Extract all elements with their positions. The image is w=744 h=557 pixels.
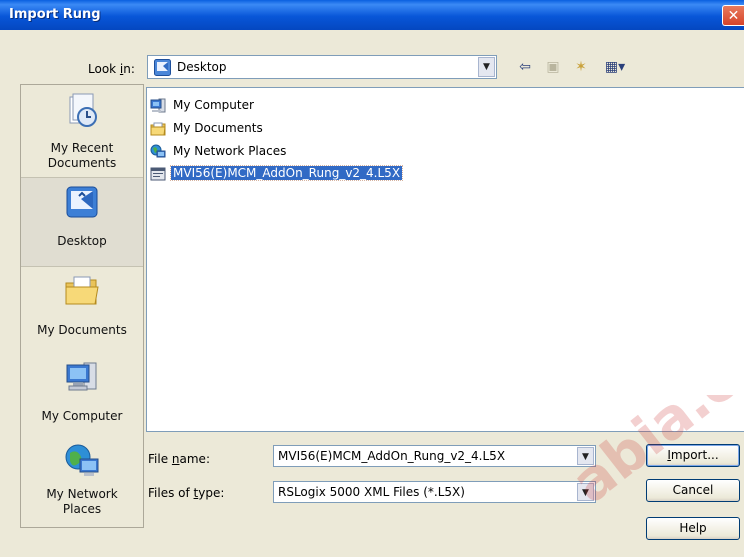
place-desktop[interactable]: Desktop <box>21 177 143 267</box>
place-label: Documents <box>47 156 117 170</box>
place-label: My Recent <box>50 141 114 155</box>
close-icon: ✕ <box>727 8 740 24</box>
place-my-documents[interactable]: My Documents <box>21 265 143 353</box>
my-documents-icon <box>64 273 100 309</box>
cancel-button[interactable]: Cancel <box>646 479 740 502</box>
view-menu-icon[interactable]: ▦▾ <box>600 57 630 77</box>
file-name: My Documents <box>173 121 263 135</box>
place-label: My Computer <box>41 409 123 423</box>
file-type-dropdown[interactable]: RSLogix 5000 XML Files (*.L5X) ▼ <box>273 481 596 503</box>
place-my-computer[interactable]: My Computer <box>21 353 143 441</box>
help-button[interactable]: Help <box>646 517 740 540</box>
l5x-file-icon <box>150 166 166 182</box>
computer-icon <box>150 98 166 114</box>
import-button[interactable]: Import... <box>646 444 740 467</box>
places-bar: My Recent Documents Desktop My Documents… <box>20 84 144 528</box>
new-folder-icon[interactable]: ✶ <box>571 57 591 77</box>
chevron-down-icon[interactable]: ▼ <box>577 447 594 465</box>
look-in-label: Look in: <box>88 62 135 76</box>
folder-icon <box>150 121 166 137</box>
place-network-places[interactable]: My Network Places <box>21 441 143 527</box>
place-label: My Network <box>46 487 118 501</box>
file-name: My Computer <box>173 98 254 112</box>
title-bar[interactable]: Import Rung ✕ <box>0 0 744 30</box>
close-button[interactable]: ✕ <box>722 5 744 26</box>
place-label: Places <box>62 502 102 516</box>
file-list[interactable]: My Computer My Documents My Network Plac… <box>146 87 744 432</box>
window-title: Import Rung <box>9 7 101 22</box>
desktop-icon <box>154 59 171 79</box>
file-type-value: RSLogix 5000 XML Files (*.L5X) <box>278 485 465 499</box>
network-icon <box>150 144 166 160</box>
chevron-down-icon[interactable]: ▼ <box>577 483 594 501</box>
chevron-down-icon[interactable]: ▼ <box>478 57 495 77</box>
place-recent-documents[interactable]: My Recent Documents <box>21 89 143 177</box>
recent-documents-icon <box>64 93 100 129</box>
import-rung-dialog: Import Rung ✕ Look in: Desktop ▼ ⇦ ▣ ✶ ▦… <box>0 0 744 557</box>
my-computer-icon <box>64 359 100 395</box>
place-label: My Documents <box>37 323 127 337</box>
file-name-field[interactable]: MVI56(E)MCM_AddOn_Rung_v2_4.L5X ▼ <box>273 445 596 467</box>
place-label: Desktop <box>57 234 107 248</box>
network-places-icon <box>64 443 100 479</box>
file-name: My Network Places <box>173 144 287 158</box>
file-type-label: Files of type: <box>148 486 225 500</box>
desktop-icon <box>64 184 100 220</box>
look-in-value: Desktop <box>177 60 227 74</box>
back-icon[interactable]: ⇦ <box>515 57 535 77</box>
file-name-label: File name: <box>148 452 210 466</box>
look-in-dropdown[interactable]: Desktop ▼ <box>147 55 497 79</box>
file-name-value: MVI56(E)MCM_AddOn_Rung_v2_4.L5X <box>278 449 506 463</box>
file-name: MVI56(E)MCM_AddOn_Rung_v2_4.L5X <box>169 165 404 181</box>
up-folder-icon[interactable]: ▣ <box>543 57 563 77</box>
